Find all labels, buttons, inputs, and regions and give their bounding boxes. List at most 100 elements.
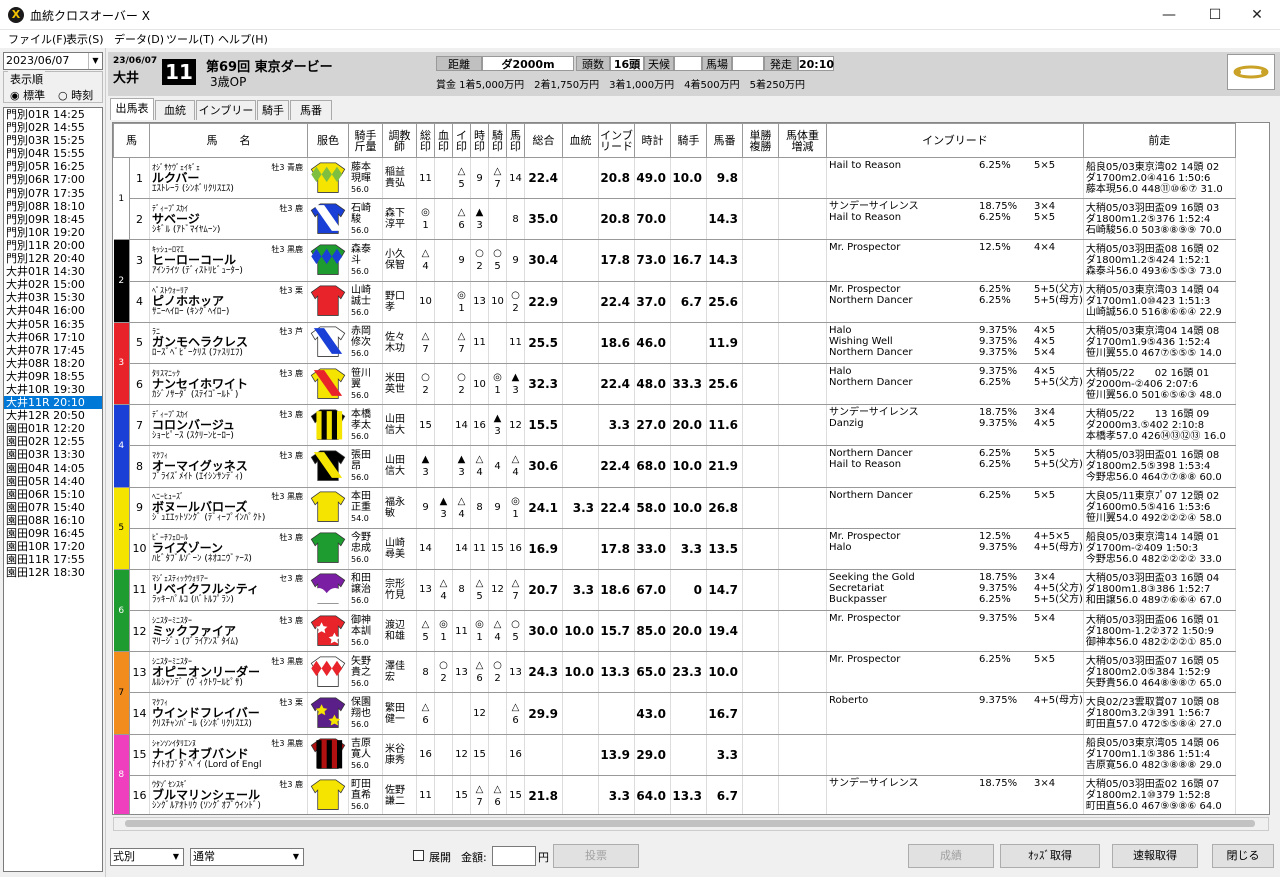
mark-cell[interactable]: △ 7	[488, 157, 507, 200]
race-list-item[interactable]: 大井01R 14:30	[4, 265, 102, 278]
horse-name-cell[interactable]: 牡3 鹿ﾃﾞｨｰﾌﾟｽｶｲ サベージ ｼｷﾞﾙ (ｱﾄﾞﾏｲﾔﾑｰﾝ)	[149, 198, 308, 241]
mark-cell[interactable]: 13	[416, 569, 435, 612]
table-row[interactable]: 2 牡3 鹿ﾃﾞｨｰﾌﾟｽｶｲ サベージ ｼｷﾞﾙ (ｱﾄﾞﾏｲﾔﾑｰﾝ) 石崎 駿 56…	[114, 198, 1236, 241]
mark-cell[interactable]: △ 6	[488, 775, 507, 814]
mark-cell[interactable]: 13	[506, 651, 525, 694]
mark-cell[interactable]: △ 6	[470, 651, 489, 694]
mark-cell[interactable]: △ 6	[506, 692, 525, 735]
mark-cell[interactable]: △ 4	[488, 610, 507, 653]
mark-cell[interactable]: △ 7	[416, 322, 435, 364]
mark-cell[interactable]: ▲ 3	[434, 487, 453, 529]
race-list-item[interactable]: 園田11R 17:55	[4, 553, 102, 566]
mark-cell[interactable]: 16	[416, 734, 435, 776]
mark-cell[interactable]: ▲ 3	[470, 198, 489, 241]
horse-name-cell[interactable]: 牡3 黒鹿 ｼｬﾝｿﾝｲﾀﾘｴﾝﾇ ナイトオブバンド ﾅｲﾄｵﾌﾞﾀﾞﾍﾞｲ (Lor…	[149, 734, 308, 776]
mark-cell[interactable]: 9	[470, 157, 489, 200]
mark-cell[interactable]: 10	[470, 363, 489, 406]
menu-file[interactable]: ファイル(F)	[8, 31, 67, 47]
table-row[interactable]: 4 7 牡3 鹿ﾃﾞｨｰﾌﾟｽｶｲ コロンバージュ ｼｮｰﾋﾟｰｽ (ｽｸﾘｰﾝﾋｰﾛｰ…	[113, 404, 1236, 488]
mark-cell[interactable]: ▲ 3	[416, 445, 435, 488]
minimize-button[interactable]: —	[1146, 0, 1192, 30]
horse-name-cell[interactable]: 牡3 鹿ｼﾆｽﾀｰﾐﾆｽﾀｰ ミックファイア ﾏﾘｰｼﾞｭ (ﾌﾞﾗｲｱﾝｽﾞﾀｲﾑ…	[149, 610, 308, 653]
race-list-item[interactable]: 園田08R 16:10	[4, 514, 102, 527]
jockey-cell[interactable]: 藤本 現暉 56.0	[348, 157, 383, 200]
jockey-cell[interactable]: 保園 翔也 56.0	[348, 692, 383, 735]
mark-cell[interactable]: 8	[416, 651, 435, 694]
flash-button[interactable]: 速報取得	[1112, 844, 1198, 868]
race-list-item[interactable]: 門別09R 18:45	[4, 213, 102, 226]
race-list-item[interactable]: 大井12R 20:50	[4, 409, 102, 422]
mark-cell[interactable]: 14	[452, 404, 471, 447]
odds-button[interactable]: ｵｯｽﾞ取得	[1000, 844, 1100, 868]
mark-cell[interactable]: ○ 2	[416, 363, 435, 406]
mark-cell[interactable]	[488, 198, 507, 241]
mark-cell[interactable]: 15	[452, 775, 471, 814]
column-header[interactable]: 馬 印	[506, 123, 525, 158]
race-list-item[interactable]: 大井07R 17:45	[4, 344, 102, 357]
jockey-cell[interactable]: 森泰 斗 56.0	[348, 239, 383, 282]
race-list-item[interactable]: 大井02R 15:00	[4, 278, 102, 291]
expand-checkbox[interactable]	[413, 850, 424, 861]
mark-cell[interactable]: △ 6	[416, 692, 435, 735]
race-list-item[interactable]: 門別08R 18:10	[4, 200, 102, 213]
mark-cell[interactable]: ○ 2	[488, 651, 507, 694]
jockey-cell[interactable]: 矢野 貴之 56.0	[348, 651, 383, 694]
mark-cell[interactable]: △ 4	[434, 569, 453, 612]
column-header[interactable]: 服色	[307, 123, 349, 158]
race-list-item[interactable]: 門別02R 14:55	[4, 121, 102, 134]
mark-cell[interactable]: △ 6	[452, 198, 471, 241]
mark-cell[interactable]: ▲ 3	[506, 363, 525, 406]
mark-cell[interactable]: 11	[470, 322, 489, 364]
column-header[interactable]: イ 印	[452, 123, 471, 158]
bet-button[interactable]: 投票	[553, 844, 639, 868]
mark-cell[interactable]: ◎ 1	[452, 281, 471, 323]
jockey-cell[interactable]: 和田 譲治 56.0	[348, 569, 383, 612]
menu-data[interactable]: データ(D)	[114, 31, 164, 47]
menu-help[interactable]: ヘルプ(H)	[218, 31, 268, 47]
column-header[interactable]: インブ リード	[598, 123, 635, 158]
race-list-item[interactable]: 大井10R 19:30	[4, 383, 102, 396]
horse-name-cell[interactable]: セ3 鹿ﾏｼﾞｪｽﾃｨｯｸｳｫﾘｱｰ リベイクフルシティ ﾗｯｷｰﾊﾟﾙｺ (ﾊﾞﾄ…	[149, 569, 308, 612]
column-header[interactable]: 単勝 複勝	[742, 123, 779, 158]
mark-cell[interactable]: 15	[488, 528, 507, 570]
horse-name-cell[interactable]: 牡3 鹿ｳﾀｿﾞｾﾝｽｷﾞ ブルマリンシェール ｼﾝｸﾞﾙｱｵﾄﾘｳ (ｿﾝｸﾞｵﾌ…	[149, 775, 308, 814]
race-list-item[interactable]: 門別03R 15:25	[4, 134, 102, 147]
mark-cell[interactable]: 14	[452, 528, 471, 570]
tab-horse-no[interactable]: 馬番	[290, 100, 332, 120]
jockey-cell[interactable]: 山崎 誠士 56.0	[348, 281, 383, 323]
mark-cell[interactable]: 8	[506, 198, 525, 241]
column-header[interactable]: 騎 印	[488, 123, 507, 158]
table-row[interactable]: 4 牡3 栗ﾍﾟｽﾄｳｫｰﾘｱ ピノホホッア ｻﾆｰﾍｲﾛｰ (ｷﾝｸﾞﾍｲﾛｰ) 山崎…	[114, 281, 1236, 323]
mark-cell[interactable]: △ 4	[416, 239, 435, 282]
column-header[interactable]: 血 印	[434, 123, 453, 158]
mark-cell[interactable]: △ 4	[470, 445, 489, 488]
mark-cell[interactable]	[434, 775, 453, 814]
mark-cell[interactable]: 11	[416, 775, 435, 814]
mark-cell[interactable]: 13	[470, 281, 489, 323]
mark-cell[interactable]	[434, 734, 453, 776]
table-row[interactable]: 7 13 牡3 黒鹿 ｼﾆｽﾀｰﾐﾆｽﾀｰ オピニオンリーダー ﾙﾙｼｬﾝﾃﾞ (ｳﾞｨｸ…	[113, 651, 1236, 735]
mark-cell[interactable]: 15	[416, 404, 435, 447]
result-button[interactable]: 成績	[908, 844, 994, 868]
horse-name-cell[interactable]: 牡3 鹿ﾀﾘｽﾏﾆｯｸ ナンセイホワイト ｶｼﾞﾉｻｰﾀﾞ (ｽﾃｲｺﾞｰﾙﾄﾞ)	[149, 363, 308, 406]
table-row[interactable]: 6 11 セ3 鹿ﾏｼﾞｪｽﾃｨｯｸｳｫﾘｱｰ リベイクフルシティ ﾗｯｷｰﾊﾟﾙｺ (…	[113, 569, 1236, 653]
race-list-item[interactable]: 大井05R 16:35	[4, 318, 102, 331]
column-header[interactable]: 馬 名	[149, 123, 308, 158]
mark-cell[interactable]	[488, 734, 507, 776]
race-list-item[interactable]: 門別04R 15:55	[4, 147, 102, 160]
race-list-item[interactable]: 門別06R 17:00	[4, 173, 102, 186]
race-list-item[interactable]: 門別12R 20:40	[4, 252, 102, 265]
race-list-item[interactable]: 園田05R 14:40	[4, 475, 102, 488]
mark-cell[interactable]: ▲ 3	[452, 445, 471, 488]
horse-name-cell[interactable]: 牡3 黒鹿 ｼﾆｽﾀｰﾐﾆｽﾀｰ オピニオンリーダー ﾙﾙｼｬﾝﾃﾞ (ｳﾞｨｸﾄﾜｰ…	[149, 651, 308, 694]
jockey-cell[interactable]: 笹川 翼 56.0	[348, 363, 383, 406]
race-list-item[interactable]: 園田02R 12:55	[4, 435, 102, 448]
column-header[interactable]: 馬番	[706, 123, 743, 158]
mark-cell[interactable]: 12	[488, 569, 507, 612]
mark-cell[interactable]: ◎ 1	[488, 363, 507, 406]
horse-name-cell[interactable]: 牡3 黒鹿 ｷｯｼｭｰﾛﾏｴ ヒーローコール ｱｲﾝﾗｲﾂ (ﾃﾞｨｽﾄﾘﾋﾞｭｰﾀｰ…	[149, 239, 308, 282]
race-list-item[interactable]: 大井04R 16:00	[4, 304, 102, 317]
mark-cell[interactable]: 13	[452, 651, 471, 694]
mark-cell[interactable]: 11	[506, 322, 525, 364]
mark-cell[interactable]: ○ 5	[488, 239, 507, 282]
